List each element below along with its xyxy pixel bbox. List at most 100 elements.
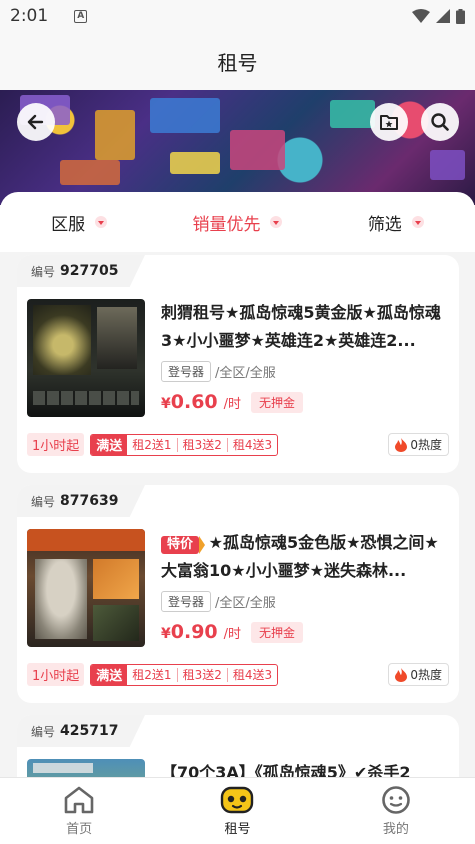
chevron-down-icon: [270, 216, 283, 228]
flame-icon: [395, 437, 408, 452]
folder-star-icon: [380, 115, 398, 130]
currency-symbol: ¥: [161, 626, 171, 642]
tab-rent[interactable]: 租号: [158, 778, 316, 844]
filter-label: 筛选: [367, 214, 402, 235]
promo-item: 租4送3: [232, 667, 273, 682]
banner-image: [0, 90, 475, 205]
card-number-value: 877639: [60, 493, 119, 509]
heat-value: 0热度: [410, 438, 442, 452]
deposit-tag: 无押金: [251, 391, 304, 413]
promo-item: 租3送2: [178, 667, 228, 682]
card-number: 编号 927705: [17, 255, 145, 287]
banner-tile: [60, 160, 120, 185]
card-title: 特价 ★孤岛惊魂5金色版★恐惧之间★大富翁10★小小噩梦★迷失森林...: [161, 529, 449, 585]
heat-badge: 0热度: [388, 433, 449, 456]
account-card[interactable]: 编号 425717 【70个3A】《孤岛惊魂5》✔杀手2: [17, 715, 459, 777]
min-rent-tag: 1小时起: [27, 433, 85, 456]
card-number-value: 425717: [60, 723, 119, 739]
gamepad-icon: [221, 786, 254, 814]
account-card[interactable]: 编号 877639 特价 ★孤岛惊魂5金色版★恐惧之间★大富翁10★小小噩梦★迷…: [17, 485, 459, 703]
min-rent-tag: 1小时起: [27, 663, 85, 686]
tab-mine[interactable]: 我的: [317, 778, 475, 844]
promo-item: 租4送3: [232, 437, 273, 452]
sort-filter-label: 销量优先: [192, 214, 261, 235]
status-icons: [412, 8, 465, 24]
promo-tag: 满送 租2送1 租3送2 租4送3: [90, 433, 279, 456]
price-value: 0.60: [170, 391, 218, 413]
region-filter-label: 区服: [51, 214, 86, 235]
card-meta: 登号器 /全区/全服: [161, 591, 276, 612]
search-icon: [431, 113, 449, 131]
banner-tile: [95, 110, 135, 160]
bottom-tab-bar: 首页 租号 我的: [0, 777, 475, 844]
banner-tile: [150, 98, 220, 133]
status-time: 2:01: [10, 6, 49, 26]
tab-rent-label: 租号: [224, 822, 251, 837]
card-footer: 1小时起 满送 租2送1 租3送2 租4送3 0热度: [27, 663, 449, 686]
heat-value: 0热度: [410, 668, 442, 682]
profile-face-icon: [382, 786, 410, 814]
currency-symbol: ¥: [161, 396, 171, 412]
funnel-icon: [411, 216, 424, 228]
promo-item: 租2送1: [127, 437, 178, 452]
banner-tile: [330, 100, 375, 128]
promo-item: 租3送2: [178, 437, 228, 452]
special-price-tag: 特价: [161, 536, 206, 554]
wifi-icon: [412, 9, 430, 23]
banner-tile: [170, 152, 220, 174]
promo-lead: 满送: [91, 664, 128, 685]
promo-tag: 满送 租2送1 租3送2 租4送3: [90, 663, 279, 686]
game-thumbnail: [27, 529, 145, 647]
page-title: 租号: [217, 50, 258, 75]
app-header: 租号: [0, 32, 475, 90]
card-number: 编号 425717: [17, 715, 145, 747]
filter-button[interactable]: 筛选: [317, 210, 475, 235]
login-tool-tag: 登号器: [161, 361, 212, 382]
region-filter[interactable]: 区服: [0, 210, 158, 235]
tab-mine-label: 我的: [382, 822, 409, 837]
price-value: 0.90: [170, 621, 218, 643]
sort-filter[interactable]: 销量优先: [158, 210, 316, 235]
tab-home-label: 首页: [66, 822, 93, 837]
card-meta: 登号器 /全区/全服: [161, 361, 276, 382]
promo-item: 租2送1: [127, 667, 178, 682]
banner-tile: [430, 150, 465, 180]
price-row: ¥0.90 /时 无押金: [161, 621, 304, 643]
promo-lead: 满送: [91, 434, 128, 455]
card-title: 刺猬租号★孤岛惊魂5黄金版★孤岛惊魂3★小小噩梦★英雄连2★英雄连2...: [161, 303, 441, 350]
price-unit: /时: [223, 626, 242, 642]
card-number-label: 编号: [31, 724, 56, 739]
card-title: 【70个3A】《孤岛惊魂5》✔杀手2: [161, 763, 411, 777]
chevron-down-icon: [95, 216, 108, 228]
price-unit: /时: [223, 396, 242, 412]
battery-icon: [456, 8, 465, 24]
login-tool-tag: 登号器: [161, 591, 212, 612]
price-row: ¥0.60 /时 无押金: [161, 391, 304, 413]
search-button[interactable]: [421, 103, 459, 141]
banner-tile: [230, 130, 285, 170]
heat-badge: 0热度: [388, 663, 449, 686]
card-number: 编号 877639: [17, 485, 145, 517]
back-button[interactable]: [17, 103, 55, 141]
card-number-label: 编号: [31, 264, 56, 279]
notification-a-icon: A: [74, 9, 88, 23]
card-footer: 1小时起 满送 租2送1 租3送2 租4送3 0热度: [27, 433, 449, 456]
favorite-folder-button[interactable]: [370, 103, 408, 141]
game-thumbnail: [27, 759, 145, 777]
deposit-tag: 无押金: [251, 621, 304, 643]
region-text: /全区/全服: [215, 596, 276, 611]
account-card[interactable]: 编号 927705 刺猬租号★孤岛惊魂5黄金版★孤岛惊魂3★小小噩梦★英雄连2★…: [17, 255, 459, 473]
price: ¥0.90: [161, 621, 218, 643]
filter-bar: 区服 销量优先 筛选: [0, 192, 475, 252]
account-list: 编号 927705 刺猬租号★孤岛惊魂5黄金版★孤岛惊魂3★小小噩梦★英雄连2★…: [0, 252, 475, 777]
card-number-label: 编号: [31, 494, 56, 509]
status-bar: 2:01 A: [0, 0, 475, 32]
price: ¥0.60: [161, 391, 218, 413]
card-number-value: 927705: [60, 263, 119, 279]
signal-icon: [436, 9, 450, 23]
region-text: /全区/全服: [215, 366, 276, 381]
home-icon: [64, 786, 94, 814]
flame-icon: [395, 667, 408, 682]
tab-home[interactable]: 首页: [0, 778, 158, 844]
back-arrow-icon: [27, 114, 44, 130]
